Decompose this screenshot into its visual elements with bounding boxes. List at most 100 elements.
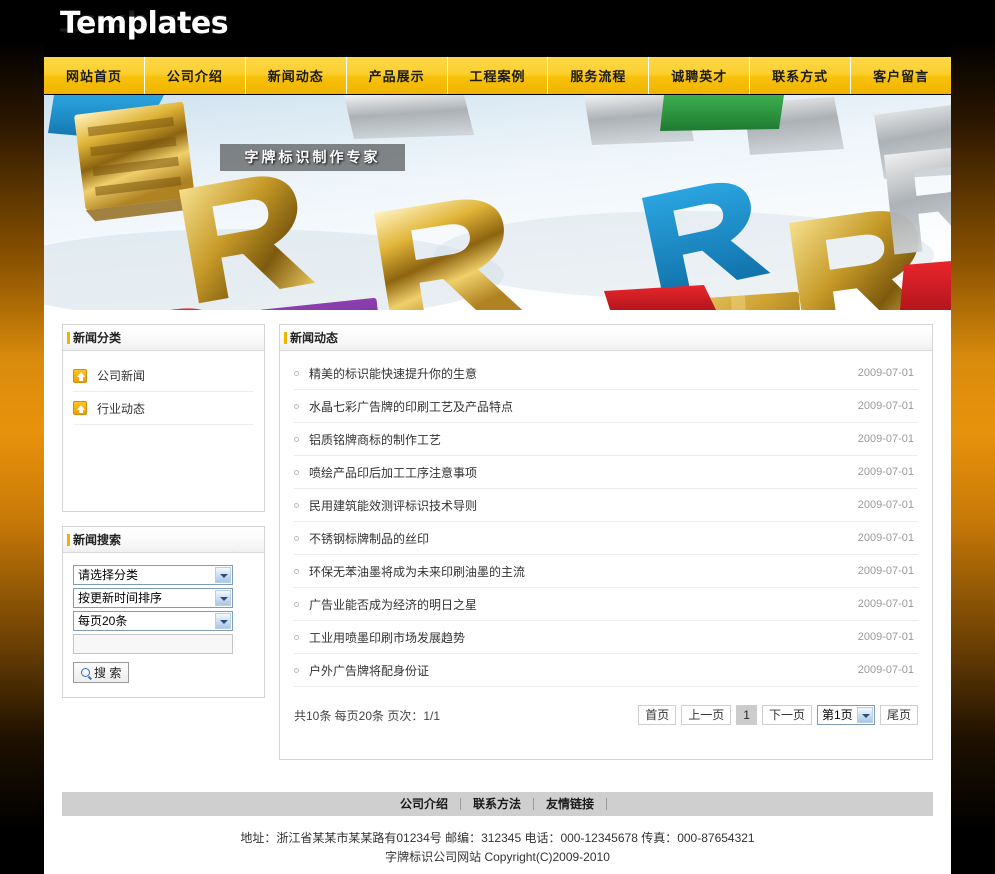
news-title: 户外广告牌将配身份证	[309, 663, 430, 678]
news-date: 2009-07-01	[857, 565, 914, 577]
footer-copyright-line: 字牌标识公司网站 Copyright(C)2009-2010	[385, 850, 610, 864]
nav-item-contact[interactable]: 联系方式	[750, 57, 852, 94]
bullet-icon	[294, 667, 299, 673]
news-title: 民用建筑能效测评标识技术导则	[309, 498, 478, 513]
sidebar: 新闻分类 公司新闻 行业动态 新闻搜索 请选择分类 按更新时间排序 每页20条 …	[62, 324, 265, 712]
news-title: 环保无苯油墨将成为未来印刷油墨的主流	[309, 564, 526, 579]
banner-caption: 字牌标识制作专家	[220, 144, 405, 171]
list-item[interactable]: 工业用喷墨印刷市场发展趋势 2009-07-01	[294, 621, 918, 654]
header-dot-pattern	[183, 527, 264, 552]
list-item[interactable]: 精美的标识能快速提升你的生意 2009-07-01	[294, 357, 918, 390]
news-date: 2009-07-01	[857, 532, 914, 544]
bullet-icon	[294, 568, 299, 574]
sidebar-item-industry-news[interactable]: 行业动态	[73, 392, 254, 425]
nav-item-message[interactable]: 客户留言	[851, 57, 951, 94]
search-input[interactable]	[73, 634, 233, 654]
list-item[interactable]: 环保无苯油墨将成为未来印刷油墨的主流 2009-07-01	[294, 555, 918, 588]
news-date: 2009-07-01	[857, 400, 914, 412]
sidebar-item-label: 行业动态	[97, 401, 146, 416]
news-date: 2009-07-01	[857, 466, 914, 478]
pagination-controls: 首页 上一页 1 下一页 第1页 尾页	[638, 705, 918, 725]
news-list: 精美的标识能快速提升你的生意 2009-07-01 水晶七彩广告牌的印刷工艺及产…	[280, 351, 932, 687]
bullet-icon	[294, 634, 299, 640]
news-search-panel-title: 新闻搜索	[73, 533, 122, 547]
nav-item-news[interactable]: 新闻动态	[246, 57, 347, 94]
banner-photo-3d-letters	[44, 95, 951, 310]
nav-item-home[interactable]: 网站首页	[44, 57, 145, 94]
news-date: 2009-07-01	[857, 598, 914, 610]
news-date: 2009-07-01	[857, 664, 914, 676]
news-title: 精美的标识能快速提升你的生意	[309, 366, 478, 381]
sidebar-item-label: 公司新闻	[97, 369, 146, 383]
page-first-button[interactable]: 首页	[638, 705, 677, 725]
news-list-panel: 新闻动态 精美的标识能快速提升你的生意 2009-07-01 水晶七彩广告牌的印…	[279, 324, 933, 760]
category-select[interactable]: 请选择分类	[73, 565, 233, 585]
main-navigation: 网站首页 公司介绍 新闻动态 产品展示 工程案例 服务流程 诚聘英才 联系方式 …	[44, 56, 951, 95]
news-list-panel-header: 新闻动态	[280, 325, 932, 351]
page-prev-button[interactable]: 上一页	[681, 705, 732, 725]
bullet-icon	[294, 502, 299, 508]
news-list-panel-title: 新闻动态	[290, 331, 339, 345]
chevron-down-icon	[215, 613, 231, 629]
bullet-icon	[294, 403, 299, 409]
news-title: 不锈钢标牌制品的丝印	[309, 531, 430, 546]
list-item[interactable]: 户外广告牌将配身份证 2009-07-01	[294, 654, 918, 687]
list-item[interactable]: 民用建筑能效测评标识技术导则 2009-07-01	[294, 489, 918, 522]
pagination-status: 共10条 每页20条 页次：1/1	[294, 708, 441, 723]
page-last-button[interactable]: 尾页	[879, 705, 918, 725]
footer-link-about[interactable]: 公司介绍	[388, 798, 461, 810]
list-item[interactable]: 不锈钢标牌制品的丝印 2009-07-01	[294, 522, 918, 555]
search-button[interactable]: 搜 索	[73, 662, 130, 683]
chevron-down-icon	[856, 707, 873, 723]
news-search-form: 请选择分类 按更新时间排序 每页20条 搜 索	[63, 553, 264, 697]
perpage-select[interactable]: 每页20条	[73, 611, 233, 631]
folder-arrow-icon	[73, 368, 87, 383]
nav-item-products[interactable]: 产品展示	[347, 57, 448, 94]
news-title: 水晶七彩广告牌的印刷工艺及产品特点	[309, 399, 514, 414]
list-item[interactable]: 喷绘产品印后加工工序注意事项 2009-07-01	[294, 456, 918, 489]
nav-item-cases[interactable]: 工程案例	[448, 57, 549, 94]
bullet-icon	[294, 469, 299, 475]
page-background: Templates Templates 网站首页 公司介绍 新闻动态 产品展示 …	[0, 0, 995, 874]
page-jump-value: 第1页	[821, 708, 853, 722]
perpage-select-value: 每页20条	[78, 614, 128, 628]
order-select[interactable]: 按更新时间排序	[73, 588, 233, 608]
search-icon	[81, 668, 90, 677]
chevron-down-icon	[215, 590, 231, 606]
category-select-value: 请选择分类	[78, 568, 139, 582]
list-item[interactable]: 广告业能否成为经济的明日之星 2009-07-01	[294, 588, 918, 621]
nav-item-service[interactable]: 服务流程	[548, 57, 650, 94]
nav-item-about[interactable]: 公司介绍	[145, 57, 246, 94]
bullet-icon	[294, 370, 299, 376]
news-title: 喷绘产品印后加工工序注意事项	[309, 465, 478, 480]
header-dot-pattern	[183, 325, 264, 350]
news-title: 工业用喷墨印刷市场发展趋势	[309, 630, 466, 645]
news-title: 广告业能否成为经济的明日之星	[309, 597, 478, 612]
sidebar-item-company-news[interactable]: 公司新闻	[73, 359, 254, 392]
order-select-value: 按更新时间排序	[78, 591, 163, 605]
page-next-button[interactable]: 下一页	[761, 705, 812, 725]
footer-address: 地址：浙江省某某市某某路有01234号 邮编：312345 电话：000-123…	[240, 831, 755, 845]
folder-arrow-icon	[73, 401, 87, 415]
news-date: 2009-07-01	[857, 367, 914, 379]
page-jump-select[interactable]: 第1页	[816, 705, 875, 725]
page-current: 1	[736, 705, 757, 725]
search-button-label: 搜 索	[94, 666, 122, 680]
site-logo: Templates	[60, 6, 229, 41]
pagination: 共10条 每页20条 页次：1/1 首页 上一页 1 下一页 第1页 尾页	[280, 691, 932, 725]
news-category-panel: 新闻分类 公司新闻 行业动态	[62, 324, 265, 512]
footer-link-contact[interactable]: 联系方法	[461, 798, 534, 810]
chevron-down-icon	[215, 567, 231, 583]
hero-banner: 字牌标识制作专家	[44, 95, 951, 310]
news-category-list: 公司新闻 行业动态	[63, 351, 264, 511]
header-dot-pattern	[400, 325, 932, 350]
footer-link-friends[interactable]: 友情链接	[534, 798, 608, 810]
news-category-panel-title: 新闻分类	[73, 331, 122, 345]
news-date: 2009-07-01	[857, 499, 914, 511]
nav-item-jobs[interactable]: 诚聘英才	[649, 57, 751, 94]
bullet-icon	[294, 601, 299, 607]
bullet-icon	[294, 535, 299, 541]
site-wrapper: Templates Templates 网站首页 公司介绍 新闻动态 产品展示 …	[44, 0, 951, 874]
list-item[interactable]: 铝质铭牌商标的制作工艺 2009-07-01	[294, 423, 918, 456]
list-item[interactable]: 水晶七彩广告牌的印刷工艺及产品特点 2009-07-01	[294, 390, 918, 423]
